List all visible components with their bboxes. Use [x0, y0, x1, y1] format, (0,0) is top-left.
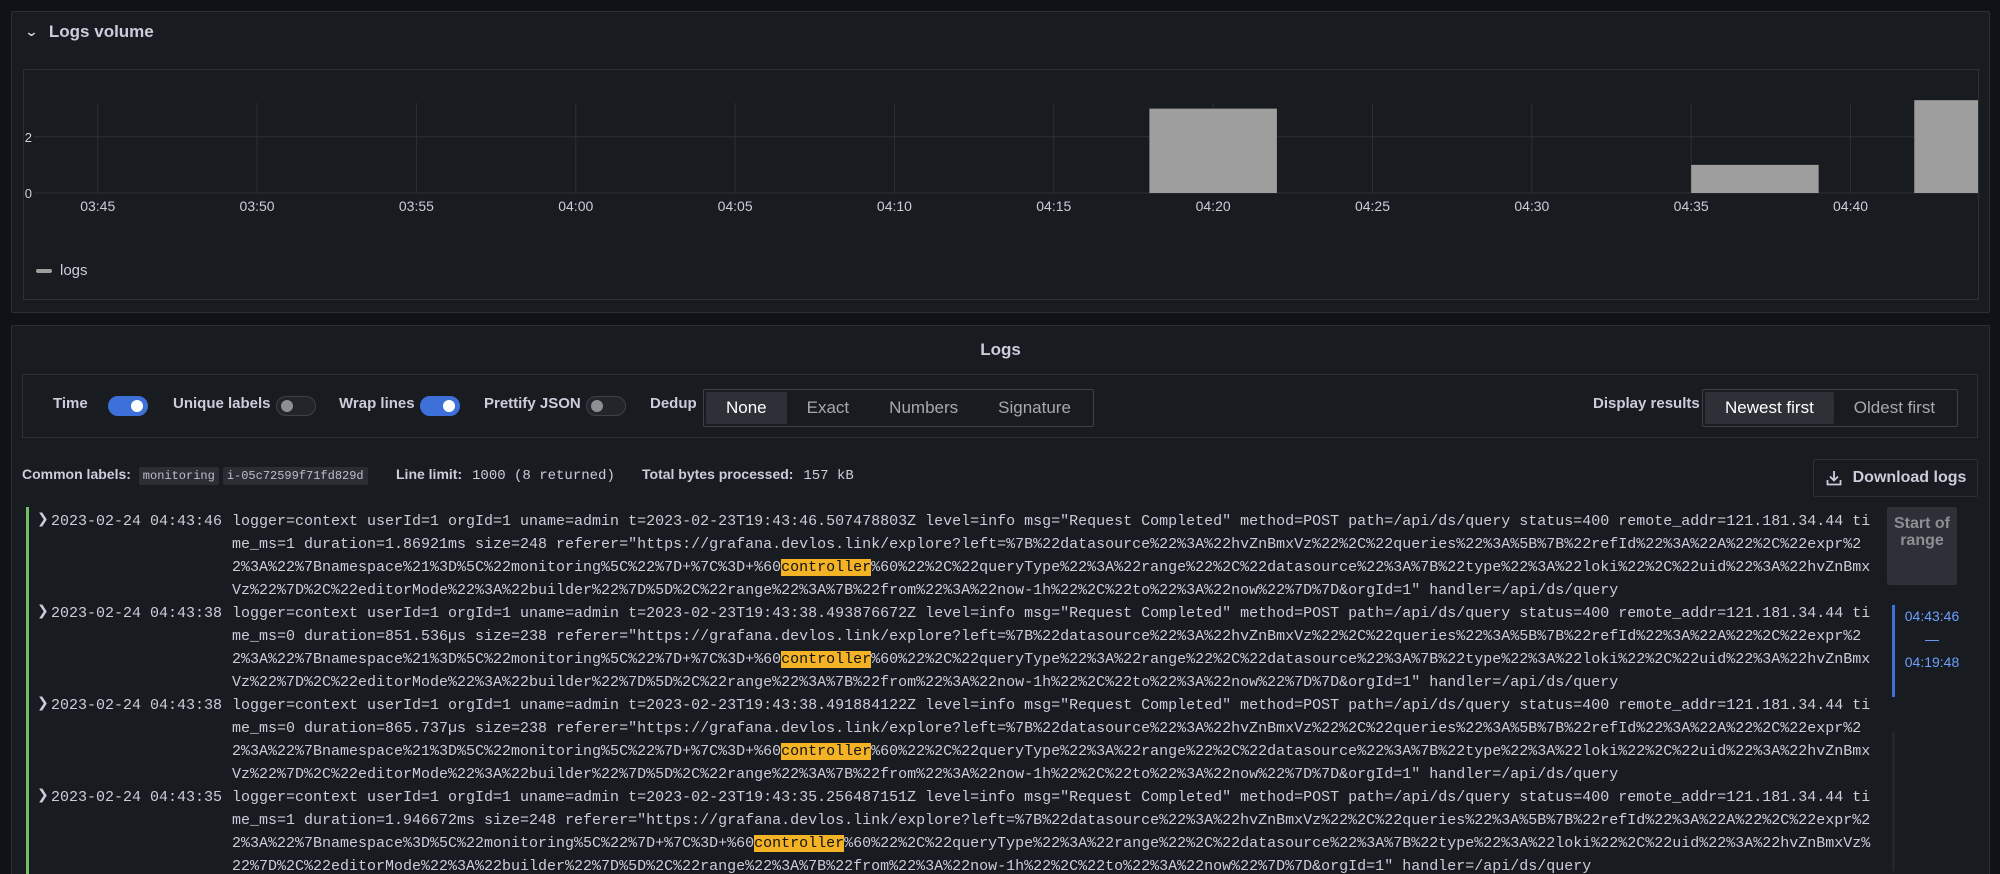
logs-volume-panel: ⌄ Logs volume 03:45 03:50 03:55 04:00 04:05 0…: [11, 11, 1990, 313]
bytes-processed: Total bytes processed: 157 kB: [642, 466, 854, 484]
log-row[interactable]: ❯ 2023-02-24 04:43:35 logger=context use…: [26, 783, 1876, 874]
volume-bar: [1149, 108, 1277, 193]
range-segment-to: 04:19:48: [1904, 654, 1960, 670]
download-logs-label: Download logs: [1852, 469, 1967, 486]
logs-options-bar: Time Unique labels Wrap lines Prettify J…: [22, 374, 1978, 438]
bytes-processed-label: Total bytes processed:: [642, 466, 794, 482]
time-toggle[interactable]: [108, 396, 148, 416]
range-segment-from: 04:43:46: [1904, 608, 1960, 624]
dedup-none-button[interactable]: None: [706, 392, 787, 424]
bytes-processed-value: 157 kB: [803, 468, 854, 484]
x-tick-label: 04:25: [1355, 198, 1390, 214]
logs-volume-chart: 03:45 03:50 03:55 04:00 04:05 04:10 04:15 04:20…: [23, 69, 1979, 300]
log-row[interactable]: ❯ 2023-02-24 04:43:38 logger=context use…: [26, 691, 1876, 783]
x-tick-label: 03:55: [399, 198, 434, 214]
logs-panel: Logs Time Unique labels Wrap lines Prett…: [11, 325, 1990, 874]
x-tick-label: 04:15: [1036, 198, 1071, 214]
chevron-right-icon[interactable]: ❯: [37, 694, 49, 711]
logs-volume-svg: 03:45 03:50 03:55 04:00 04:05 04:10 04:15 04:20…: [25, 100, 1978, 214]
download-icon: [1826, 471, 1842, 486]
y-tick-label: 0: [25, 186, 32, 201]
toggle-knob: [443, 400, 455, 412]
start-of-range-button[interactable]: Start of range: [1887, 507, 1957, 585]
logs-title: Logs: [980, 340, 1021, 359]
logs-volume-header[interactable]: ⌄ Logs volume: [24, 22, 154, 42]
log-timestamp: 2023-02-24 04:43:46: [51, 513, 223, 530]
search-highlight: controller: [781, 559, 872, 576]
log-line: logger=context userId=1 orgId=1 uname=ad…: [232, 786, 1872, 874]
volume-bar: [1914, 100, 1978, 193]
prettify-json-toggle[interactable]: [586, 396, 626, 416]
logs-volume-title: Logs volume: [48, 22, 154, 41]
unique-labels-toggle-label: Unique labels: [173, 395, 271, 412]
x-tick-label: 04:40: [1833, 198, 1868, 214]
toggle-knob: [591, 400, 603, 412]
dedup-label: Dedup: [650, 395, 697, 412]
x-tick-label: 04:35: [1674, 198, 1709, 214]
legend-swatch: [36, 268, 52, 273]
search-highlight: controller: [781, 651, 872, 668]
toggle-knob: [131, 400, 143, 412]
time-toggle-label: Time: [53, 395, 88, 412]
wrap-lines-toggle-label: Wrap lines: [339, 395, 415, 412]
common-label-tag: monitoring: [138, 467, 219, 485]
log-row[interactable]: ❯ 2023-02-24 04:43:38 logger=context use…: [26, 599, 1876, 691]
search-highlight: controller: [754, 835, 845, 852]
chevron-right-icon[interactable]: ❯: [37, 602, 49, 619]
log-timestamp: 2023-02-24 04:43:38: [51, 697, 223, 714]
y-tick-label: 2: [25, 130, 32, 145]
dedup-exact-button[interactable]: Exact: [787, 392, 870, 424]
range-track: [1892, 731, 1895, 871]
unique-labels-toggle[interactable]: [276, 396, 316, 416]
x-tick-label: 04:20: [1196, 198, 1231, 214]
common-labels-label: Common labels:: [22, 466, 131, 482]
log-line: logger=context userId=1 orgId=1 uname=ad…: [232, 510, 1872, 602]
x-tick-label: 04:30: [1514, 198, 1549, 214]
chevron-down-icon[interactable]: ⌄: [24, 24, 38, 40]
range-segment-bar: [1892, 605, 1895, 697]
search-highlight: controller: [781, 743, 872, 760]
chart-legend[interactable]: logs: [36, 262, 88, 279]
line-limit-label: Line limit:: [396, 466, 463, 482]
dedup-signature-button[interactable]: Signature: [978, 392, 1091, 424]
common-label-tag: i-05c72599f71fd829d: [222, 467, 368, 485]
range-segment-sep: —: [1925, 631, 1939, 647]
x-tick-label: 04:00: [558, 198, 593, 214]
prettify-json-toggle-label: Prettify JSON: [484, 395, 581, 412]
download-logs-button[interactable]: Download logs: [1813, 459, 1978, 497]
log-timestamp: 2023-02-24 04:43:35: [51, 789, 223, 806]
newest-first-button[interactable]: Newest first: [1705, 392, 1834, 424]
log-rows: ❯ 2023-02-24 04:43:46 logger=context use…: [26, 507, 1876, 874]
toggle-knob: [281, 400, 293, 412]
log-row[interactable]: ❯ 2023-02-24 04:43:46 logger=context use…: [26, 507, 1876, 599]
oldest-first-button[interactable]: Oldest first: [1834, 392, 1955, 424]
common-labels: Common labels: monitoring i-05c72599f71fd…: [22, 466, 368, 485]
log-line: logger=context userId=1 orgId=1 uname=ad…: [232, 694, 1872, 786]
dedup-numbers-button[interactable]: Numbers: [869, 392, 978, 424]
line-limit-value: 1000 (8 returned): [472, 468, 615, 484]
log-timestamp: 2023-02-24 04:43:38: [51, 605, 223, 622]
order-radio-group: Newest first Oldest first: [1702, 389, 1959, 427]
log-range-segment[interactable]: 04:43:46 — 04:19:48: [1892, 605, 1972, 697]
log-line: logger=context userId=1 orgId=1 uname=ad…: [232, 602, 1872, 694]
legend-label: logs: [60, 262, 88, 279]
x-tick-label: 03:50: [240, 198, 275, 214]
volume-bar: [1691, 164, 1819, 193]
x-tick-label: 03:45: [80, 198, 115, 214]
wrap-lines-toggle[interactable]: [420, 396, 460, 416]
x-tick-label: 04:05: [718, 198, 753, 214]
x-tick-label: 04:10: [877, 198, 912, 214]
display-results-label: Display results: [1593, 395, 1700, 412]
dedup-radio-group: None Exact Numbers Signature: [703, 389, 1094, 427]
chevron-right-icon[interactable]: ❯: [37, 786, 49, 803]
chevron-right-icon[interactable]: ❯: [37, 510, 49, 527]
line-limit: Line limit: 1000 (8 returned): [396, 466, 615, 484]
